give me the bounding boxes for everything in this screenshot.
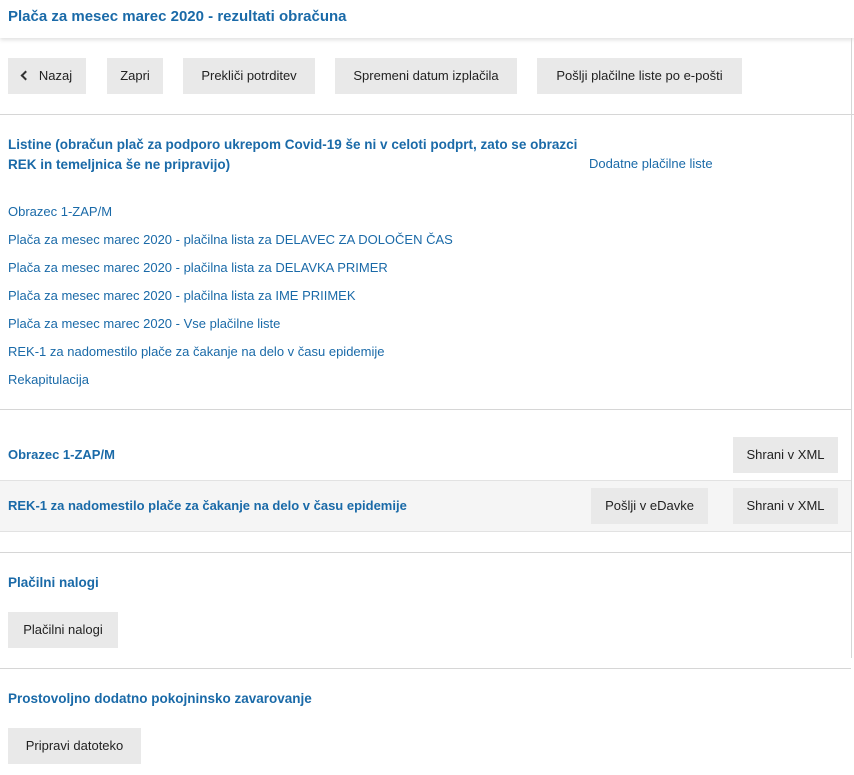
additional-payslips-link[interactable]: Dodatne plačilne liste [589, 156, 713, 171]
divider [0, 114, 854, 115]
form-row-label: REK-1 za nadomestilo plače za čakanje na… [8, 498, 407, 513]
back-button[interactable]: Nazaj [8, 58, 86, 94]
payment-orders-button[interactable]: Plačilni nalogi [8, 612, 118, 648]
listing-link[interactable]: Plača za mesec marec 2020 - plačilna lis… [8, 288, 356, 303]
listing-link[interactable]: REK-1 za nadomestilo plače za čakanje na… [8, 344, 385, 359]
divider [0, 552, 851, 553]
chevron-left-icon [20, 70, 31, 81]
pension-title: Prostovoljno dodatno pokojninsko zavarov… [8, 691, 312, 706]
change-payment-date-button[interactable]: Spremeni datum izplačila [335, 58, 517, 94]
send-payslips-email-button[interactable]: Pošlji plačilne liste po e-pošti [537, 58, 742, 94]
form-row-rek1: REK-1 za nadomestilo plače za čakanje na… [0, 480, 851, 532]
listing-link[interactable]: Plača za mesec marec 2020 - Vse plačilne… [8, 316, 280, 331]
prepare-file-button[interactable]: Pripravi datoteko [8, 728, 141, 764]
listing-link[interactable]: Plača za mesec marec 2020 - plačilna lis… [8, 260, 388, 275]
form-row-label: Obrazec 1-ZAP/M [8, 447, 115, 462]
divider [0, 668, 851, 669]
save-xml-button[interactable]: Shrani v XML [733, 488, 838, 524]
listing-link[interactable]: Plača za mesec marec 2020 - plačilna lis… [8, 232, 453, 247]
form-row-1zap: Obrazec 1-ZAP/M Shrani v XML [0, 430, 851, 480]
close-button[interactable]: Zapri [107, 58, 163, 94]
listing-link[interactable]: Obrazec 1-ZAP/M [8, 204, 112, 219]
content-edge [851, 38, 852, 658]
payment-orders-title: Plačilni nalogi [8, 575, 99, 590]
save-xml-button[interactable]: Shrani v XML [733, 437, 838, 473]
cancel-confirmation-button[interactable]: Prekliči potrditev [183, 58, 315, 94]
send-edavke-button[interactable]: Pošlji v eDavke [591, 488, 708, 524]
page-header: Plača za mesec marec 2020 - rezultati ob… [0, 0, 854, 38]
listing-link[interactable]: Rekapitulacija [8, 372, 89, 387]
back-button-label: Nazaj [38, 68, 73, 83]
divider [0, 409, 851, 410]
listings-title: Listine (obračun plač za podporo ukrepom… [8, 137, 578, 172]
page-title: Plača za mesec marec 2020 - rezultati ob… [8, 8, 347, 25]
